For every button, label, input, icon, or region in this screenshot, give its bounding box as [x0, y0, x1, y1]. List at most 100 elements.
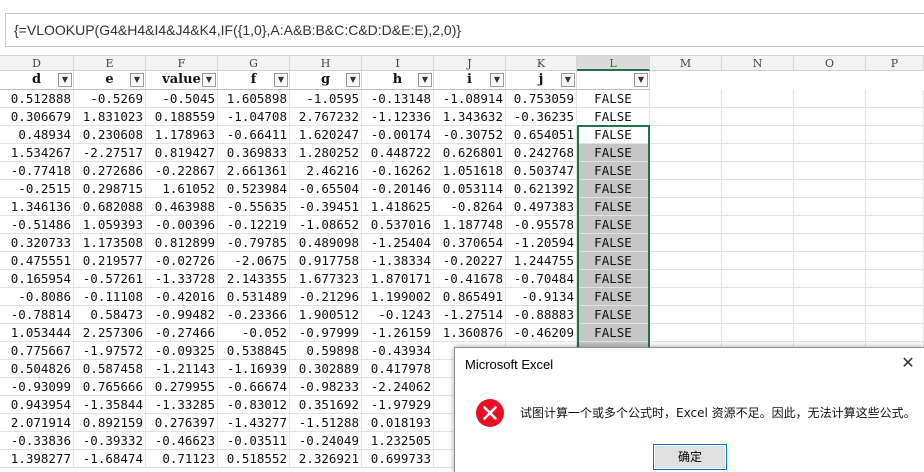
table-cell[interactable]: 0.59898	[290, 342, 362, 360]
table-cell[interactable]: -1.43277	[218, 414, 290, 432]
table-cell[interactable]: 0.538845	[218, 342, 290, 360]
table-cell[interactable]: -0.46209	[506, 324, 577, 342]
table-cell[interactable]: 0.71123	[146, 450, 218, 468]
empty-cell[interactable]	[794, 270, 866, 288]
table-cell[interactable]: -0.30752	[434, 126, 506, 144]
table-cell[interactable]: 2.46216	[290, 162, 362, 180]
table-cell[interactable]: -0.57261	[74, 270, 146, 288]
table-cell[interactable]: -0.20227	[434, 252, 506, 270]
empty-cell[interactable]	[722, 288, 794, 306]
filter-dropdown-icon[interactable]: ▼	[202, 73, 216, 87]
table-cell[interactable]: 1.178963	[146, 126, 218, 144]
table-cell[interactable]: 0.518552	[218, 450, 290, 468]
empty-cell[interactable]	[650, 198, 722, 216]
table-cell[interactable]: -0.43934	[362, 342, 434, 360]
table-cell[interactable]: 1.343632	[434, 108, 506, 126]
filter-dropdown-icon[interactable]: ▼	[634, 73, 648, 87]
empty-cell[interactable]	[794, 288, 866, 306]
empty-cell[interactable]	[722, 216, 794, 234]
empty-cell[interactable]	[722, 144, 794, 162]
column-header-d[interactable]: D	[0, 56, 74, 71]
empty-cell[interactable]	[794, 234, 866, 252]
table-cell[interactable]: 0.58473	[74, 306, 146, 324]
table-cell[interactable]: 0.523984	[218, 180, 290, 198]
table-cell[interactable]: 0.351692	[290, 396, 362, 414]
empty-cell[interactable]	[650, 180, 722, 198]
table-cell[interactable]: 0.775667	[0, 342, 74, 360]
table-cell[interactable]: 0.765666	[74, 378, 146, 396]
empty-cell[interactable]	[650, 288, 722, 306]
empty-cell[interactable]	[722, 108, 794, 126]
column-header-e[interactable]: E	[74, 56, 146, 71]
table-cell[interactable]: FALSE	[577, 252, 650, 270]
table-cell[interactable]: -0.39332	[74, 432, 146, 450]
table-cell[interactable]: 0.219577	[74, 252, 146, 270]
table-cell[interactable]: 1.051618	[434, 162, 506, 180]
table-cell[interactable]: 1.900512	[290, 306, 362, 324]
empty-cell[interactable]	[866, 108, 924, 126]
filter-dropdown-icon[interactable]: ▼	[561, 73, 575, 87]
table-cell[interactable]: 0.892159	[74, 414, 146, 432]
table-cell[interactable]: 1.418625	[362, 198, 434, 216]
table-cell[interactable]: -1.33728	[146, 270, 218, 288]
empty-cell[interactable]	[866, 180, 924, 198]
table-cell[interactable]: -2.0675	[218, 252, 290, 270]
table-cell[interactable]: 0.943954	[0, 396, 74, 414]
empty-cell[interactable]	[794, 162, 866, 180]
empty-cell[interactable]	[722, 90, 794, 108]
empty-cell[interactable]	[650, 270, 722, 288]
table-cell[interactable]: 0.489098	[290, 234, 362, 252]
column-header-k[interactable]: K	[506, 56, 577, 71]
table-cell[interactable]: -1.25404	[362, 234, 434, 252]
table-cell[interactable]: -0.1243	[362, 306, 434, 324]
table-cell[interactable]: 2.661361	[218, 162, 290, 180]
empty-cell[interactable]	[722, 324, 794, 342]
empty-cell[interactable]	[794, 324, 866, 342]
table-cell[interactable]: 0.272686	[74, 162, 146, 180]
table-cell[interactable]: -0.78814	[0, 306, 74, 324]
table-cell[interactable]: -0.02726	[146, 252, 218, 270]
empty-cell[interactable]	[794, 180, 866, 198]
table-cell[interactable]: -0.00174	[362, 126, 434, 144]
empty-cell[interactable]	[650, 306, 722, 324]
table-cell[interactable]: FALSE	[577, 234, 650, 252]
table-cell[interactable]: -0.16262	[362, 162, 434, 180]
empty-cell[interactable]	[794, 90, 866, 108]
table-cell[interactable]: -0.13148	[362, 90, 434, 108]
table-cell[interactable]: -0.79785	[218, 234, 290, 252]
table-cell[interactable]: 0.497383	[506, 198, 577, 216]
table-cell[interactable]: -0.42016	[146, 288, 218, 306]
table-cell[interactable]: -1.97929	[362, 396, 434, 414]
table-cell[interactable]: -0.65504	[290, 180, 362, 198]
empty-cell[interactable]	[722, 234, 794, 252]
table-cell[interactable]: 1.677323	[290, 270, 362, 288]
table-cell[interactable]: 0.242768	[506, 144, 577, 162]
filter-dropdown-icon[interactable]: ▼	[346, 73, 360, 87]
empty-cell[interactable]	[866, 306, 924, 324]
table-cell[interactable]: 0.699733	[362, 450, 434, 468]
table-cell[interactable]: -0.93099	[0, 378, 74, 396]
table-cell[interactable]: -1.08652	[290, 216, 362, 234]
filter-dropdown-icon[interactable]: ▼	[58, 73, 72, 87]
table-cell[interactable]: -0.99482	[146, 306, 218, 324]
table-cell[interactable]: 0.531489	[218, 288, 290, 306]
table-cell[interactable]: -0.83012	[218, 396, 290, 414]
table-cell[interactable]: 0.448722	[362, 144, 434, 162]
table-cell[interactable]: 1.173508	[74, 234, 146, 252]
table-cell[interactable]: -0.98233	[290, 378, 362, 396]
table-cell[interactable]: FALSE	[577, 162, 650, 180]
table-cell[interactable]: -0.11108	[74, 288, 146, 306]
table-cell[interactable]: -0.22867	[146, 162, 218, 180]
column-header-j[interactable]: J	[434, 56, 506, 71]
empty-cell[interactable]	[794, 108, 866, 126]
table-cell[interactable]: 1.244755	[506, 252, 577, 270]
table-cell[interactable]: -0.39451	[290, 198, 362, 216]
table-cell[interactable]: 0.819427	[146, 144, 218, 162]
table-cell[interactable]: 0.230608	[74, 126, 146, 144]
table-cell[interactable]: -0.9134	[506, 288, 577, 306]
table-cell[interactable]: -1.27514	[434, 306, 506, 324]
table-cell[interactable]: -1.08914	[434, 90, 506, 108]
table-cell[interactable]: -1.38334	[362, 252, 434, 270]
table-cell[interactable]: -0.21296	[290, 288, 362, 306]
empty-cell[interactable]	[866, 90, 924, 108]
